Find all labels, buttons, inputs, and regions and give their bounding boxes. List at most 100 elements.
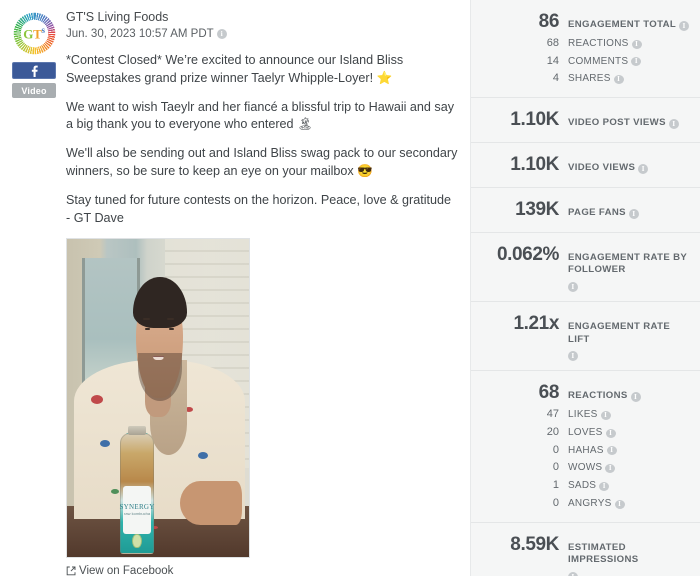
metric-sub-label: LIKES i (568, 409, 690, 422)
metric-group: 86 ENGAGEMENT TOTAL i 68 REACTIONS i 14 COMMENT… (471, 0, 700, 99)
post-analytics-page: GTs Video GT'S Living Foods Jun. 30, 202… (0, 0, 700, 576)
metric-sub-row: 47 LIKES i (471, 408, 690, 422)
metric-value: 68 (538, 382, 560, 404)
metric-sub-row: 4 SHARES i (471, 72, 690, 86)
bottle-brand-text: SYNERGY (119, 502, 155, 511)
metric-row: 86 ENGAGEMENT TOTAL i (471, 11, 690, 33)
info-icon[interactable]: i (679, 21, 690, 31)
thumbnail-person-eye-left (145, 327, 151, 330)
metric-sub-label-text: WOWS (568, 462, 603, 474)
info-icon[interactable]: i (599, 481, 610, 491)
metric-row: 1.21x ENGAGEMENT RATE LIFT i (471, 313, 690, 362)
metric-sub-label: COMMENTS i (568, 56, 690, 69)
metric-sub-value: 4 (552, 72, 559, 85)
metric-row: 1.10K VIDEO POST VIEWS i (471, 109, 690, 131)
view-on-facebook-label: View on Facebook (79, 564, 174, 576)
bottle-cap (127, 425, 147, 435)
metric-row: 139K PAGE FANS i (471, 199, 690, 221)
metric-sub-row: 0 HAHAS i (471, 444, 690, 458)
info-icon[interactable]: i (628, 208, 639, 219)
metric-group: 8.59K ESTIMATED IMPRESSIONS i (471, 523, 700, 576)
metric-sub-label: HAHAS i (568, 445, 690, 458)
metric-label-text: ENGAGEMENT RATE BY FOLLOWER (568, 251, 687, 276)
view-on-facebook-link[interactable]: View on Facebook (66, 565, 173, 576)
bottle-subtitle-text: raw kombucha (124, 510, 151, 516)
metric-value: 86 (538, 11, 560, 32)
metric-label: VIDEO VIEWS i (568, 162, 690, 175)
metric-label: PAGE FANS i (568, 207, 690, 220)
info-icon[interactable]: i (605, 428, 616, 438)
info-icon[interactable]: i (568, 571, 578, 576)
metric-sub-label: SHARES i (568, 73, 690, 86)
post-content: GT'S Living Foods Jun. 30, 2023 10:57 AM… (60, 9, 458, 576)
metric-value: 1.10K (510, 109, 559, 131)
bottle-label: SYNERGY raw kombucha (119, 486, 154, 534)
info-icon[interactable]: i (568, 351, 578, 362)
metric-group: 68 REACTIONS i 47 LIKES i 20 LOVES i 0 HAHAS i 0 WOWS… (471, 371, 700, 523)
facebook-badge (12, 62, 56, 79)
info-icon[interactable]: i (606, 446, 617, 456)
info-icon[interactable]: i (613, 75, 624, 85)
metric-sub-row: 0 WOWS i (471, 461, 690, 475)
metric-row: 8.59K ESTIMATED IMPRESSIONS i (471, 534, 690, 576)
metric-value: 8.59K (510, 533, 559, 555)
metric-value: 0.062% (496, 243, 559, 265)
metric-sub-value: 0 (552, 443, 559, 456)
info-icon[interactable]: i (568, 281, 578, 292)
metric-sub-label-text: COMMENTS (568, 55, 629, 67)
metric-label-text: ESTIMATED IMPRESSIONS (568, 541, 639, 566)
metric-label-text: VIDEO POST VIEWS (568, 117, 666, 129)
metric-sub-row: 68 REACTIONS i (471, 37, 690, 51)
metric-sub-value: 68 (546, 36, 559, 49)
metric-row: 68 REACTIONS i (471, 382, 690, 404)
metric-label: ESTIMATED IMPRESSIONS i (568, 542, 690, 576)
info-icon[interactable]: i (614, 499, 625, 509)
info-icon[interactable]: i (630, 392, 641, 403)
metric-sub-value: 1 (552, 479, 559, 492)
thumbnail-person-eye-right (168, 327, 174, 330)
post-video-thumbnail[interactable]: SYNERGY raw kombucha (66, 237, 250, 558)
metric-value: 139K (515, 198, 559, 220)
metric-sub-value: 0 (552, 461, 559, 474)
metric-sub-row: 14 COMMENTS i (471, 55, 690, 69)
thumbnail-kombucha-bottle: SYNERGY raw kombucha (119, 425, 155, 554)
post-meta-column: GTs Video (8, 9, 60, 98)
info-icon[interactable]: i (600, 410, 611, 420)
metric-sub-label: LOVES i (568, 427, 690, 440)
metric-label-text: REACTIONS (568, 390, 628, 402)
bottle-emblem (132, 533, 142, 548)
metric-sub-value: 14 (546, 54, 559, 67)
metric-sub-row: 1 SADS i (471, 479, 690, 493)
metric-label-text: VIDEO VIEWS (568, 161, 636, 173)
metric-group: 1.10K VIDEO POST VIEWS i (471, 98, 700, 143)
post-author-name[interactable]: GT'S Living Foods (66, 9, 458, 26)
info-icon[interactable]: i (638, 163, 649, 174)
metric-sub-label: ANGRYS i (568, 498, 690, 511)
info-icon[interactable]: i (631, 39, 642, 49)
metric-label-text: PAGE FANS (568, 206, 626, 218)
metric-sub-label-text: HAHAS (568, 444, 604, 456)
info-icon[interactable]: i (631, 57, 642, 67)
info-icon[interactable]: i (668, 119, 679, 130)
post-date: Jun. 30, 2023 10:57 AM PDT (66, 27, 214, 40)
metric-label: ENGAGEMENT TOTAL i (568, 19, 690, 32)
metric-sub-label-text: LIKES (568, 409, 598, 421)
post-paragraph: *Contest Closed* We’re excited to announ… (66, 52, 404, 85)
metric-sub-label: WOWS i (568, 462, 690, 475)
metric-group: 1.21x ENGAGEMENT RATE LIFT i (471, 302, 700, 372)
metric-sub-row: 0 ANGRYS i (471, 497, 690, 511)
metric-sub-label-text: SADS (568, 480, 597, 492)
info-icon[interactable]: i (216, 29, 227, 40)
external-link-icon (66, 566, 76, 576)
metric-value: 1.10K (510, 153, 559, 175)
avatar-logo-text: GTs (23, 25, 45, 42)
post-panel: GTs Video GT'S Living Foods Jun. 30, 202… (0, 0, 470, 576)
metric-label: ENGAGEMENT RATE LIFT i (568, 321, 690, 362)
metric-group: 1.10K VIDEO VIEWS i (471, 143, 700, 188)
metric-sub-value: 47 (546, 408, 559, 421)
post-paragraph: We want to wish Taeylr and her fiancé a … (66, 99, 455, 132)
metric-sub-label: SADS i (568, 480, 690, 493)
info-icon[interactable]: i (605, 464, 616, 474)
metric-sub-value: 20 (546, 425, 559, 438)
metric-group: 0.062% ENGAGEMENT RATE BY FOLLOWER i (471, 233, 700, 302)
